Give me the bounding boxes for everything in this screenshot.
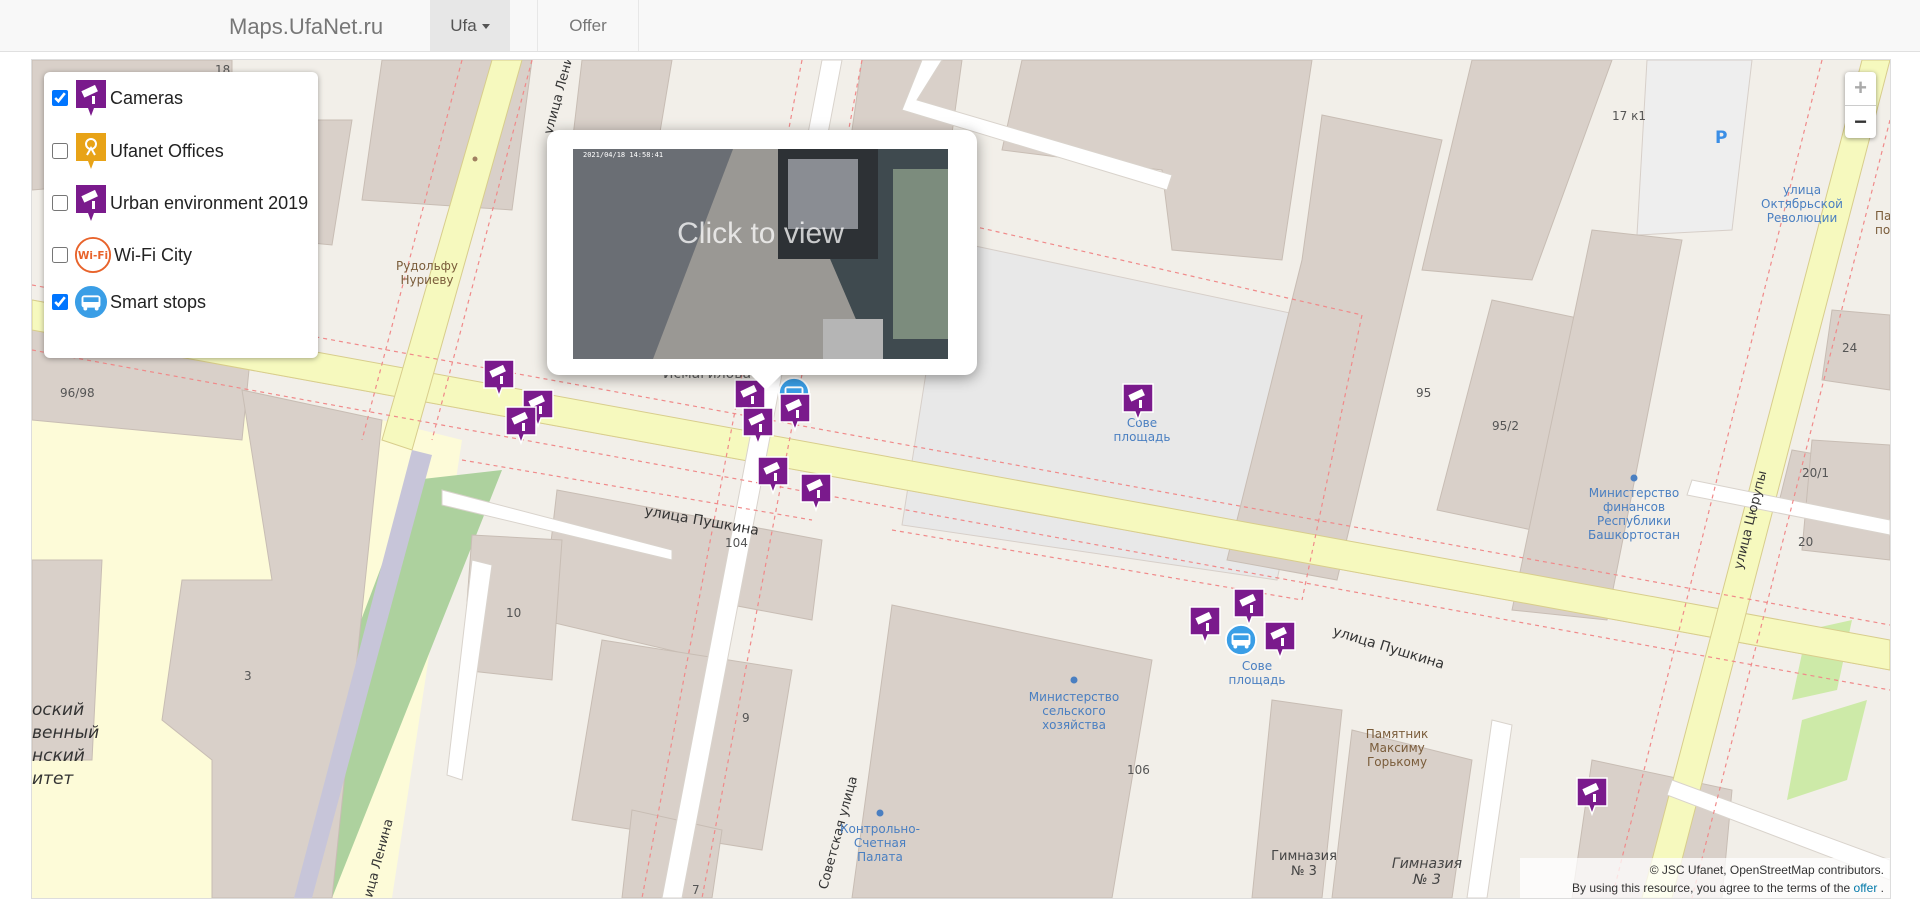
label-univ-3: нский <box>32 746 85 766</box>
house-number: 95/2 <box>1492 419 1519 433</box>
layer-checkbox-wifi-city[interactable] <box>52 247 68 263</box>
zoom-control: + − <box>1845 72 1876 138</box>
house-number: 17 к1 <box>1612 109 1646 123</box>
camera-marker-icon[interactable] <box>504 405 538 446</box>
label-gorky-2: Максиму <box>1369 741 1425 755</box>
office-marker-icon <box>76 133 106 169</box>
camera-marker-icon[interactable] <box>1263 620 1297 661</box>
zoom-out-button[interactable]: − <box>1845 106 1876 139</box>
label-univ-2: венный <box>32 723 99 743</box>
label-sov-sq-2: площадь <box>1114 430 1171 444</box>
label-gym-italic-2: № 3 <box>1412 872 1441 888</box>
layer-row-urban-environment[interactable]: Urban environment 2019 <box>50 183 308 223</box>
label-oktyabr-1: улица <box>1783 183 1821 197</box>
layer-row-smart-stops[interactable]: Smart stops <box>50 282 206 322</box>
camera-marker-icon[interactable] <box>1575 776 1609 817</box>
layer-checkbox-cameras[interactable] <box>52 90 68 106</box>
house-number: 20/1 <box>1802 466 1829 480</box>
click-to-view-label: Click to view <box>677 217 844 250</box>
house-number: 24 <box>1842 341 1857 355</box>
label-gorky-3: Горькому <box>1367 755 1427 769</box>
label-oktyabr-2: Октябрьской <box>1761 197 1843 211</box>
layer-checkbox-smart-stops[interactable] <box>52 294 68 310</box>
house-number: 95 <box>1416 386 1431 400</box>
top-navbar: Maps.UfaNet.ru Ufa Offer <box>0 0 1920 52</box>
label-nureev-1: Рудольфу <box>396 259 458 273</box>
wifi-city-icon: Wi-Fi <box>74 236 112 274</box>
camera-marker-icon[interactable] <box>482 358 516 399</box>
label-po: по <box>1875 223 1890 237</box>
camera-marker-icon <box>76 80 106 116</box>
house-number: 104 <box>725 536 748 550</box>
camera-popup: 2021/04/18 14:58:41 Click to view <box>547 130 977 375</box>
label-minfin-1: Министерство <box>1589 486 1679 500</box>
parking-label: P <box>1715 128 1727 148</box>
camera-snapshot[interactable]: 2021/04/18 14:58:41 Click to view <box>573 149 948 359</box>
house-number: 10 <box>506 606 521 620</box>
label-sov-sq2-2: площадь <box>1229 673 1286 687</box>
camera-marker-icon[interactable] <box>741 406 775 447</box>
zoom-in-button[interactable]: + <box>1845 72 1876 106</box>
layer-row-wifi-city[interactable]: Wi-Fi Wi-Fi City <box>50 235 192 275</box>
layer-row-cameras[interactable]: Cameras <box>50 78 183 118</box>
attribution-suffix: . <box>1880 881 1884 895</box>
layer-label-urban-environment: Urban environment 2019 <box>110 192 309 213</box>
offer-attribution-link[interactable]: offer <box>1854 881 1878 895</box>
popup-tip <box>751 375 781 390</box>
house-number: 20 <box>1798 535 1813 549</box>
layer-label-ufanet-offices: Ufanet Offices <box>110 140 224 161</box>
label-kontrol-2: Счетная <box>854 836 906 850</box>
camera-marker-icon[interactable] <box>799 472 833 513</box>
city-dropdown[interactable]: Ufa <box>430 0 510 51</box>
svg-text:Wi-Fi: Wi-Fi <box>78 250 108 262</box>
camera-marker-icon[interactable] <box>1121 382 1155 423</box>
house-number: 9 <box>742 711 750 725</box>
layer-checkbox-urban-environment[interactable] <box>52 195 68 211</box>
map-view[interactable]: улица Пушкина улица Пушкина улица Ленина… <box>31 59 1891 899</box>
house-number: 3 <box>244 669 252 683</box>
city-dropdown-label: Ufa <box>450 16 477 35</box>
label-oktyabr-3: Революции <box>1767 211 1838 225</box>
layer-row-ufanet-offices[interactable]: Ufanet Offices <box>50 131 224 171</box>
layer-checkbox-ufanet-offices[interactable] <box>52 143 68 159</box>
label-minfin-3: Республики <box>1597 514 1671 528</box>
label-gym-2: № 3 <box>1291 864 1317 879</box>
layer-label-wifi-city: Wi-Fi City <box>114 244 192 265</box>
label-minsh-2: сельского <box>1042 704 1106 718</box>
label-gym-italic-1: Гимназия <box>1392 856 1462 872</box>
attribution-line2: By using this resource, you agree to the… <box>1520 879 1884 897</box>
label-univ-4: итет <box>32 769 74 789</box>
bus-stop-marker-icon[interactable] <box>1224 623 1258 663</box>
label-minfin-2: финансов <box>1603 500 1665 514</box>
house-number: 106 <box>1127 763 1150 777</box>
label-minsh-3: хозяйства <box>1042 718 1106 732</box>
layer-label-cameras: Cameras <box>110 87 184 108</box>
label-kontrol-1: Контрольно- <box>840 822 920 836</box>
camera-marker-icon <box>76 185 106 221</box>
house-number: 7 <box>692 883 700 897</box>
map-attribution: © JSC Ufanet, OpenStreetMap contributors… <box>1520 858 1890 898</box>
camera-marker-icon[interactable] <box>778 392 812 433</box>
layer-control-panel: Cameras Ufanet Offices Urban environment… <box>44 72 318 358</box>
offer-link[interactable]: Offer <box>537 0 639 51</box>
label-univ-1: оский <box>32 700 84 720</box>
caret-down-icon <box>481 24 490 30</box>
layer-label-smart-stops: Smart stops <box>110 291 207 312</box>
camera-marker-icon[interactable] <box>1188 605 1222 646</box>
label-minsh-1: Министерство <box>1029 690 1119 704</box>
brand-link[interactable]: Maps.UfaNet.ru <box>229 0 383 51</box>
attribution-line1: © JSC Ufanet, OpenStreetMap contributors… <box>1649 863 1884 877</box>
label-gorky-1: Памятник <box>1366 727 1429 741</box>
label-pa: Па <box>1875 209 1890 223</box>
label-gym-1: Гимназия <box>1271 849 1337 864</box>
label-kontrol-3: Палата <box>857 850 903 864</box>
label-nureev-2: Нуриеву <box>400 273 453 287</box>
bus-stop-icon <box>74 285 108 319</box>
house-number: 96/98 <box>60 386 95 400</box>
label-minfin-4: Башкортостан <box>1588 528 1680 542</box>
camera-marker-icon[interactable] <box>756 455 790 496</box>
attribution-prefix: By using this resource, you agree to the… <box>1572 881 1851 895</box>
camera-marker-icon[interactable] <box>1232 587 1266 628</box>
